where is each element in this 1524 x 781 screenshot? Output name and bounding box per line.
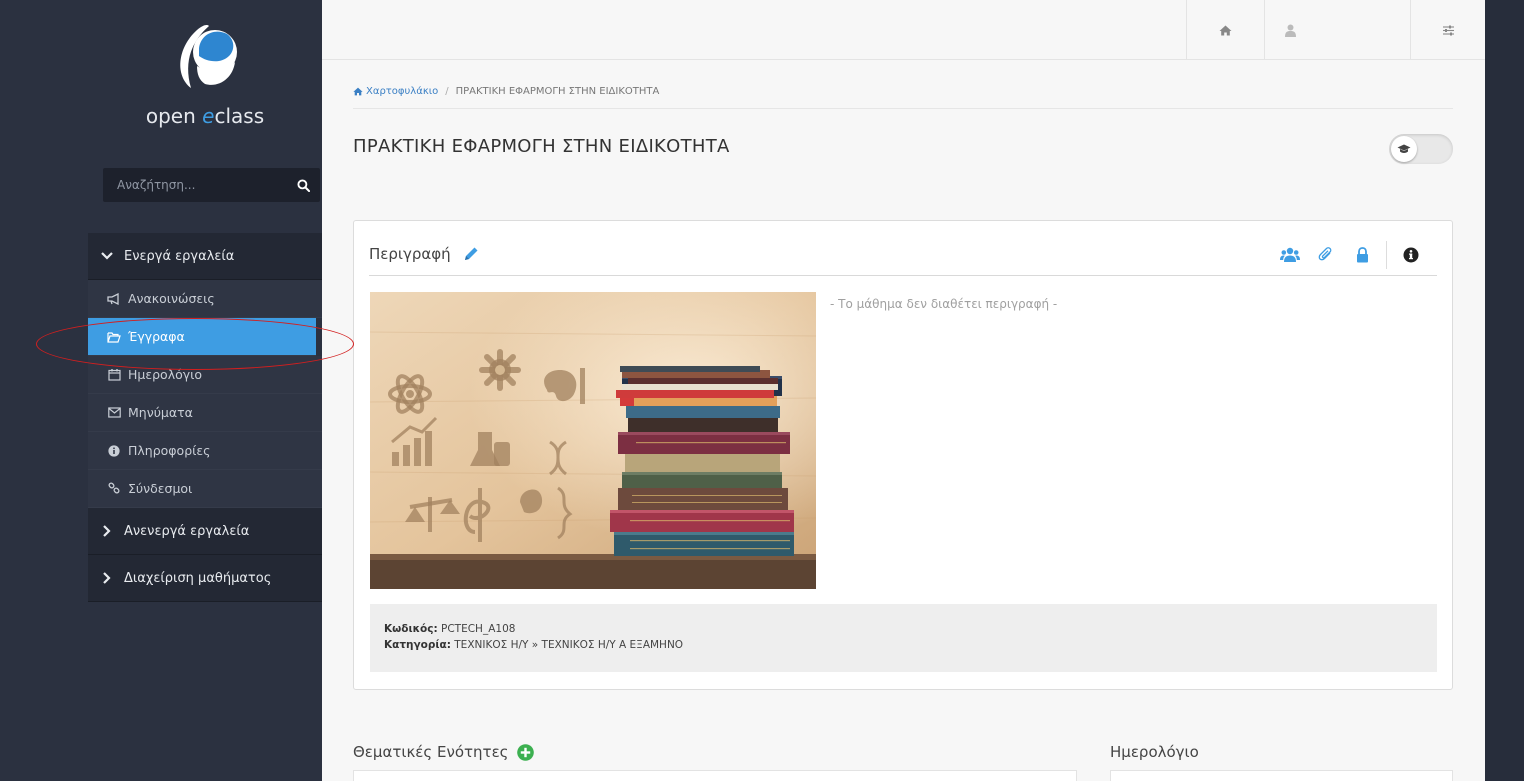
course-category-label: Κατηγορία: [384, 639, 451, 651]
menu-group-course-admin[interactable]: Διαχείριση μαθήματος [88, 555, 322, 602]
pencil-icon [464, 247, 478, 260]
sidebar-item-label: Μηνύματα [128, 405, 193, 420]
course-info-button[interactable] [1393, 241, 1429, 269]
description-panel: Περιγραφή - Το μάθημα δεν διαθέτει περιγ… [353, 220, 1453, 690]
paperclip-icon [1318, 247, 1332, 261]
logo-text-prefix: open [145, 104, 203, 128]
units-card [353, 770, 1077, 781]
home-icon [353, 87, 363, 96]
sidebar-item-label: Πληροφορίες [128, 443, 211, 458]
home-icon [1219, 25, 1232, 35]
logo[interactable]: open eclass [88, 18, 322, 128]
units-section-title: Θεματικές Ενότητες [353, 743, 534, 761]
plus-circle-icon [516, 743, 534, 761]
menu-group-label: Ανενεργά εργαλεία [124, 523, 250, 539]
course-code-label: Κωδικός: [384, 623, 438, 635]
link-icon [106, 482, 122, 495]
logo-icon [173, 18, 237, 92]
search-icon [296, 178, 310, 192]
menu-group-inactive-tools[interactable]: Ανενεργά εργαλεία [88, 508, 322, 555]
graduation-cap-icon [1391, 136, 1417, 162]
lock-icon [1356, 247, 1368, 263]
users-button[interactable] [1272, 241, 1308, 269]
breadcrumb-home[interactable]: Χαρτοφυλάκιο [353, 86, 438, 97]
calendar-section-title: Ημερολόγιο [1110, 743, 1199, 761]
edit-description-button[interactable] [463, 246, 479, 262]
breadcrumb-home-label: Χαρτοφυλάκιο [366, 86, 439, 97]
course-code-value: PCTECH_A108 [441, 623, 516, 635]
breadcrumb-current: ΠΡΑΚΤΙΚΗ ΕΦΑΡΜΟΓΗ ΣΤΗΝ ΕΙΔΙΚΟΤΗΤΑ [455, 86, 660, 97]
menu-group-label: Διαχείριση μαθήματος [124, 570, 272, 586]
home-button[interactable] [1186, 0, 1264, 60]
sidebar-item-messages[interactable]: Μηνύματα [88, 394, 322, 432]
course-category-value: ΤΕΧΝΙΚΟΣ Η/Υ » ΤΕΧΝΙΚΟΣ Η/Υ Α ΕΞΑΜΗΝΟ [454, 639, 684, 651]
panel-toolbar [1272, 241, 1429, 269]
sidebar-item-info[interactable]: Πληροφορίες [88, 432, 322, 470]
sidebar-item-links[interactable]: Σύνδεσμοι [88, 470, 322, 508]
access-lock-button[interactable] [1344, 241, 1380, 269]
menu-group-active-tools[interactable]: Ενεργά εργαλεία [88, 233, 322, 280]
logo-text-accent: e [202, 104, 215, 128]
course-info-box: Κωδικός: PCTECH_A108 Κατηγορία: ΤΕΧΝΙΚΟΣ… [370, 604, 1437, 672]
add-unit-button[interactable] [516, 743, 534, 761]
student-view-toggle[interactable] [1389, 134, 1453, 164]
toolbar-divider [1386, 241, 1387, 269]
main-area: Χαρτοφυλάκιο / ΠΡΑΚΤΙΚΗ ΕΦΑΡΜΟΓΗ ΣΤΗΝ ΕΙ… [322, 0, 1485, 781]
info-circle-icon [106, 444, 122, 457]
calendar-card [1110, 770, 1453, 781]
content-area: Χαρτοφυλάκιο / ΠΡΑΚΤΙΚΗ ΕΦΑΡΜΟΓΗ ΣΤΗΝ ΕΙ… [322, 60, 1485, 781]
course-code-row: Κωδικός: PCTECH_A108 [384, 623, 1423, 635]
sidebar: open eclass Ενεργά εργαλεία [0, 0, 322, 781]
sidebar-item-announcements[interactable]: Ανακοινώσεις [88, 280, 322, 318]
user-icon [1285, 24, 1296, 37]
course-image [370, 292, 816, 589]
course-category-row: Κατηγορία: ΤΕΧΝΙΚΟΣ Η/Υ » ΤΕΧΝΙΚΟΣ Η/Υ Α… [384, 639, 1423, 651]
highlight-annotation [36, 318, 354, 370]
breadcrumb-separator: / [445, 86, 449, 97]
sidebar-item-label: Ανακοινώσεις [128, 291, 215, 306]
divider [353, 108, 1453, 109]
users-icon [1280, 247, 1300, 262]
search-input[interactable] [103, 168, 286, 202]
chevron-right-icon [98, 525, 116, 537]
logo-text-suffix: class [214, 104, 265, 128]
units-title: Θεματικές Ενότητες [353, 743, 509, 761]
info-circle-icon [1403, 247, 1419, 263]
settings-button[interactable] [1410, 0, 1485, 60]
sidebar-item-label: Σύνδεσμοι [128, 481, 193, 496]
panel-header: Περιγραφή [369, 233, 1437, 276]
chevron-right-icon [98, 572, 116, 584]
logo-text: open eclass [88, 104, 322, 128]
no-description-text: - Το μάθημα δεν διαθέτει περιγραφή - [830, 297, 1058, 311]
sliders-icon [1442, 25, 1454, 35]
panel-title: Περιγραφή [369, 245, 451, 263]
search-button[interactable] [286, 168, 320, 202]
page-title: ΠΡΑΚΤΙΚΗ ΕΦΑΡΜΟΓΗ ΣΤΗΝ ΕΙΔΙΚΟΤΗΤΑ [353, 136, 730, 157]
top-navbar [322, 0, 1485, 60]
search-box [103, 168, 320, 202]
breadcrumb: Χαρτοφυλάκιο / ΠΡΑΚΤΙΚΗ ΕΦΑΡΜΟΓΗ ΣΤΗΝ ΕΙ… [353, 86, 659, 97]
envelope-icon [106, 407, 122, 418]
chevron-down-icon [98, 251, 116, 261]
sidebar-inner: open eclass Ενεργά εργαλεία [88, 0, 322, 781]
attachments-button[interactable] [1308, 241, 1344, 269]
calendar-title: Ημερολόγιο [1110, 743, 1199, 761]
tools-menu: Ενεργά εργαλεία Ανακοινώσεις Έγγραφα Ημε… [88, 233, 322, 602]
calendar-icon [106, 368, 122, 381]
user-menu[interactable] [1264, 0, 1410, 60]
megaphone-icon [106, 292, 122, 305]
menu-group-label: Ενεργά εργαλεία [124, 248, 235, 264]
